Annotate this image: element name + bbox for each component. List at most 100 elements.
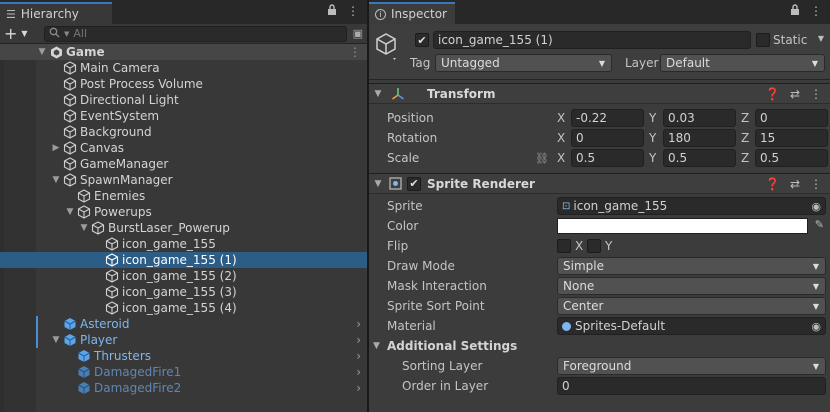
foldout-arrow-icon[interactable]: ▼ — [373, 341, 380, 351]
sprite-object-field[interactable]: ⊡ icon_game_155 ◉ — [557, 197, 826, 215]
sprite-renderer-header[interactable]: ▼ ✔ Sprite Renderer ❓ ⇄ ⋮ — [369, 173, 830, 194]
mask-interaction-label: Mask Interaction — [387, 279, 487, 293]
tree-item-powerups[interactable]: ▼ Powerups — [0, 204, 367, 220]
more-options-icon[interactable]: ⋮ — [810, 177, 822, 191]
mask-interaction-dropdown[interactable]: None ▼ — [557, 277, 826, 295]
search-by-type-icon[interactable]: ▣ — [353, 27, 363, 40]
expanded-arrow-icon[interactable]: ▼ — [50, 175, 62, 185]
tree-item-main-camera[interactable]: Main Camera — [0, 60, 367, 76]
tag-dropdown[interactable]: Untagged ▼ — [435, 54, 612, 72]
tree-item-icon-game-155-4[interactable]: icon_game_155 (4) — [0, 300, 367, 316]
open-prefab-chevron-icon[interactable]: › — [356, 381, 361, 395]
more-options-icon[interactable]: ⋮ — [810, 4, 822, 19]
tab-hierarchy[interactable]: ☰ Hierarchy — [0, 2, 112, 24]
tree-item-canvas[interactable]: ▶ Canvas — [0, 140, 367, 156]
scale-x-field[interactable]: 0.5 — [571, 149, 644, 167]
expanded-arrow-icon[interactable]: ▼ — [78, 223, 90, 233]
open-prefab-chevron-icon[interactable]: › — [356, 349, 361, 363]
flip-y-checkbox[interactable] — [587, 239, 601, 253]
tree-item-background[interactable]: Background — [0, 124, 367, 140]
preset-icon[interactable]: ⇄ — [790, 87, 800, 101]
scale-z: Z 0.5 — [741, 149, 828, 167]
scene-row[interactable]: ▼ Game ⋮ — [0, 44, 367, 60]
position-x-field[interactable]: -0.22 — [571, 109, 644, 127]
layer-dropdown[interactable]: Default ▼ — [660, 54, 825, 72]
sprite-renderer-enabled-checkbox[interactable]: ✔ — [407, 176, 421, 191]
static-checkbox[interactable] — [756, 33, 770, 47]
draw-mode-dropdown[interactable]: Simple ▼ — [557, 257, 826, 275]
additional-settings-row[interactable]: ▼ Additional Settings — [369, 336, 830, 356]
help-icon[interactable]: ❓ — [765, 177, 780, 191]
lock-icon[interactable] — [790, 4, 800, 19]
axis-x-label: X — [557, 131, 566, 145]
tree-item-gamemanager[interactable]: GameManager — [0, 156, 367, 172]
scale-y-field[interactable]: 0.5 — [663, 149, 736, 167]
tree-item-spawnmanager[interactable]: ▼ SpawnManager — [0, 172, 367, 188]
sorting-layer-label: Sorting Layer — [402, 359, 483, 373]
flip-x-checkbox[interactable] — [557, 239, 571, 253]
rotation-row: Rotation X0 Y 180 Z 15 — [369, 128, 830, 148]
static-label: Static — [773, 33, 808, 47]
tree-item-icon-game-155-1-selected[interactable]: icon_game_155 (1) — [0, 252, 367, 268]
position-y-field[interactable]: 0.03 — [663, 109, 736, 127]
transform-header[interactable]: ▼ Transform ❓ ⇄ ⋮ — [369, 83, 830, 104]
foldout-arrow-icon[interactable]: ▼ — [369, 89, 387, 99]
open-prefab-chevron-icon[interactable]: › — [356, 317, 361, 331]
tab-inspector[interactable]: i Inspector — [369, 2, 455, 24]
tree-item-enemies[interactable]: Enemies — [0, 188, 367, 204]
object-picker-icon[interactable]: ◉ — [811, 320, 821, 333]
preset-icon[interactable]: ⇄ — [790, 177, 800, 191]
hierarchy-search[interactable]: ▼ — [44, 25, 347, 42]
dropdown-arrow-icon: ▼ — [811, 58, 818, 68]
search-input[interactable] — [73, 27, 334, 40]
gameobject-large-icon[interactable] — [375, 32, 399, 65]
lock-icon[interactable] — [327, 4, 337, 19]
material-object-field[interactable]: Sprites-Default ◉ — [557, 317, 826, 335]
rotation-x-field[interactable]: 0 — [571, 129, 644, 147]
tree-item-label: Enemies — [94, 189, 146, 203]
open-prefab-chevron-icon[interactable]: › — [356, 365, 361, 379]
search-dropdown-icon[interactable]: ▼ — [64, 30, 69, 38]
tree-item-icon-game-155[interactable]: icon_game_155 — [0, 236, 367, 252]
expand-arrow-icon[interactable]: ▼ — [36, 47, 48, 57]
tree-item-damagedfire2[interactable]: DamagedFire2 › — [0, 380, 367, 396]
position-z-field[interactable]: 0 — [755, 109, 828, 127]
order-in-layer-field[interactable]: 0 — [557, 377, 826, 395]
tree-item-post-process-volume[interactable]: Post Process Volume — [0, 76, 367, 92]
more-options-icon[interactable]: ⋮ — [810, 87, 822, 101]
material-row: Material Sprites-Default ◉ — [369, 316, 830, 336]
sorting-layer-dropdown[interactable]: Foreground ▼ — [557, 357, 826, 375]
tree-item-icon-game-155-2[interactable]: icon_game_155 (2) — [0, 268, 367, 284]
static-dropdown-icon[interactable]: ▼ — [818, 34, 824, 43]
position-y-value: 0.03 — [668, 111, 695, 125]
scene-more-icon[interactable]: ⋮ — [349, 45, 361, 59]
constrain-proportions-icon[interactable]: ⛓ — [535, 152, 549, 165]
more-options-icon[interactable]: ⋮ — [347, 4, 359, 19]
tree-item-burstlaser-powerup[interactable]: ▼ BurstLaser_Powerup — [0, 220, 367, 236]
color-swatch[interactable] — [557, 218, 808, 234]
eyedropper-icon[interactable]: ✎ — [815, 218, 824, 231]
expanded-arrow-icon[interactable]: ▼ — [50, 335, 62, 345]
tree-item-eventsystem[interactable]: EventSystem — [0, 108, 367, 124]
tree-item-icon-game-155-3[interactable]: icon_game_155 (3) — [0, 284, 367, 300]
foldout-arrow-icon[interactable]: ▼ — [369, 179, 387, 189]
open-prefab-chevron-icon[interactable]: › — [356, 333, 361, 347]
sort-point-dropdown[interactable]: Center ▼ — [557, 297, 826, 315]
tree-item-damagedfire1[interactable]: DamagedFire1 › — [0, 364, 367, 380]
tree-item-thrusters[interactable]: Thrusters › — [0, 348, 367, 364]
object-picker-icon[interactable]: ◉ — [811, 200, 821, 213]
expanded-arrow-icon[interactable]: ▼ — [64, 207, 76, 217]
collapsed-arrow-icon[interactable]: ▶ — [50, 143, 62, 153]
tree-item-directional-light[interactable]: Directional Light — [0, 92, 367, 108]
rotation-y-field[interactable]: 180 — [663, 129, 736, 147]
tree-item-player[interactable]: ▼ Player › — [0, 332, 367, 348]
help-icon[interactable]: ❓ — [765, 87, 780, 101]
sprite-renderer-body: Sprite ⊡ icon_game_155 ◉ Color ✎ Flip X … — [369, 194, 830, 396]
rotation-z-field[interactable]: 15 — [755, 129, 828, 147]
add-object-button[interactable]: + ▼ — [4, 24, 38, 43]
object-name-field[interactable]: icon_game_155 (1) — [433, 31, 751, 49]
active-checkbox[interactable]: ✔ — [415, 33, 429, 47]
tree-item-asteroid[interactable]: Asteroid › — [0, 316, 367, 332]
axis-y-label: Y — [649, 111, 657, 125]
scale-z-field[interactable]: 0.5 — [755, 149, 828, 167]
